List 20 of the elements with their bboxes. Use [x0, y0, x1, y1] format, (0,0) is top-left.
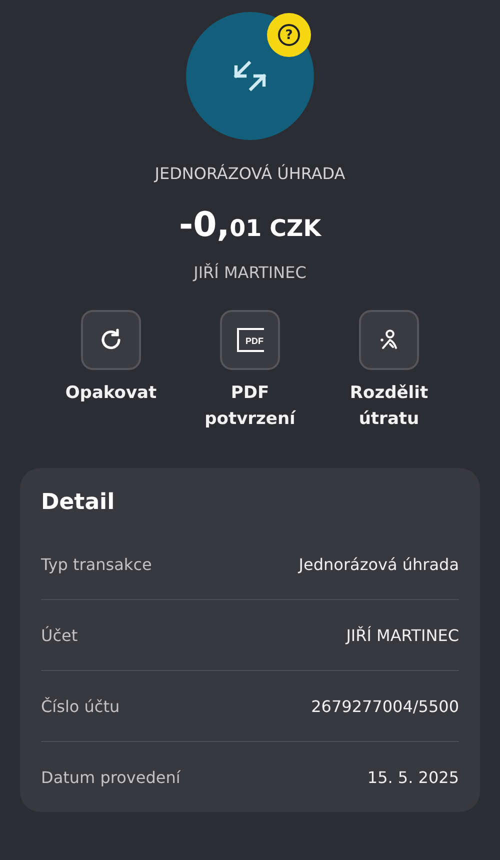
split-button[interactable]	[359, 310, 419, 370]
pdf-document-icon: PDF	[236, 328, 264, 352]
section-title: Detail	[41, 490, 116, 515]
repeat-button[interactable]	[81, 310, 141, 370]
action-label: Rozdělit útratu	[348, 382, 430, 431]
detail-value: Jednorázová úhrada	[298, 554, 459, 574]
detail-label: Datum provedení	[41, 768, 180, 786]
action-label: Opakovat	[65, 382, 157, 405]
action-label: PDF potvrzení	[204, 382, 297, 431]
detail-label: Účet	[41, 626, 78, 644]
amount: -0,01 CZK	[178, 205, 322, 245]
detail-value: JIŘÍ MARTINEC	[346, 626, 459, 644]
detail-label: Typ transakce	[41, 554, 152, 574]
pdf-button[interactable]: PDF	[220, 310, 280, 370]
transaction-type: JEDNORÁZOVÁ ÚHRADA	[154, 164, 346, 183]
detail-value: 15. 5. 2025	[367, 768, 459, 786]
detail-value: 2679277004/5500	[311, 696, 459, 716]
detail-label: Číslo účtu	[41, 696, 120, 716]
person-icon	[378, 329, 400, 351]
counterparty-name: JIŘÍ MARTINEC	[194, 263, 306, 282]
